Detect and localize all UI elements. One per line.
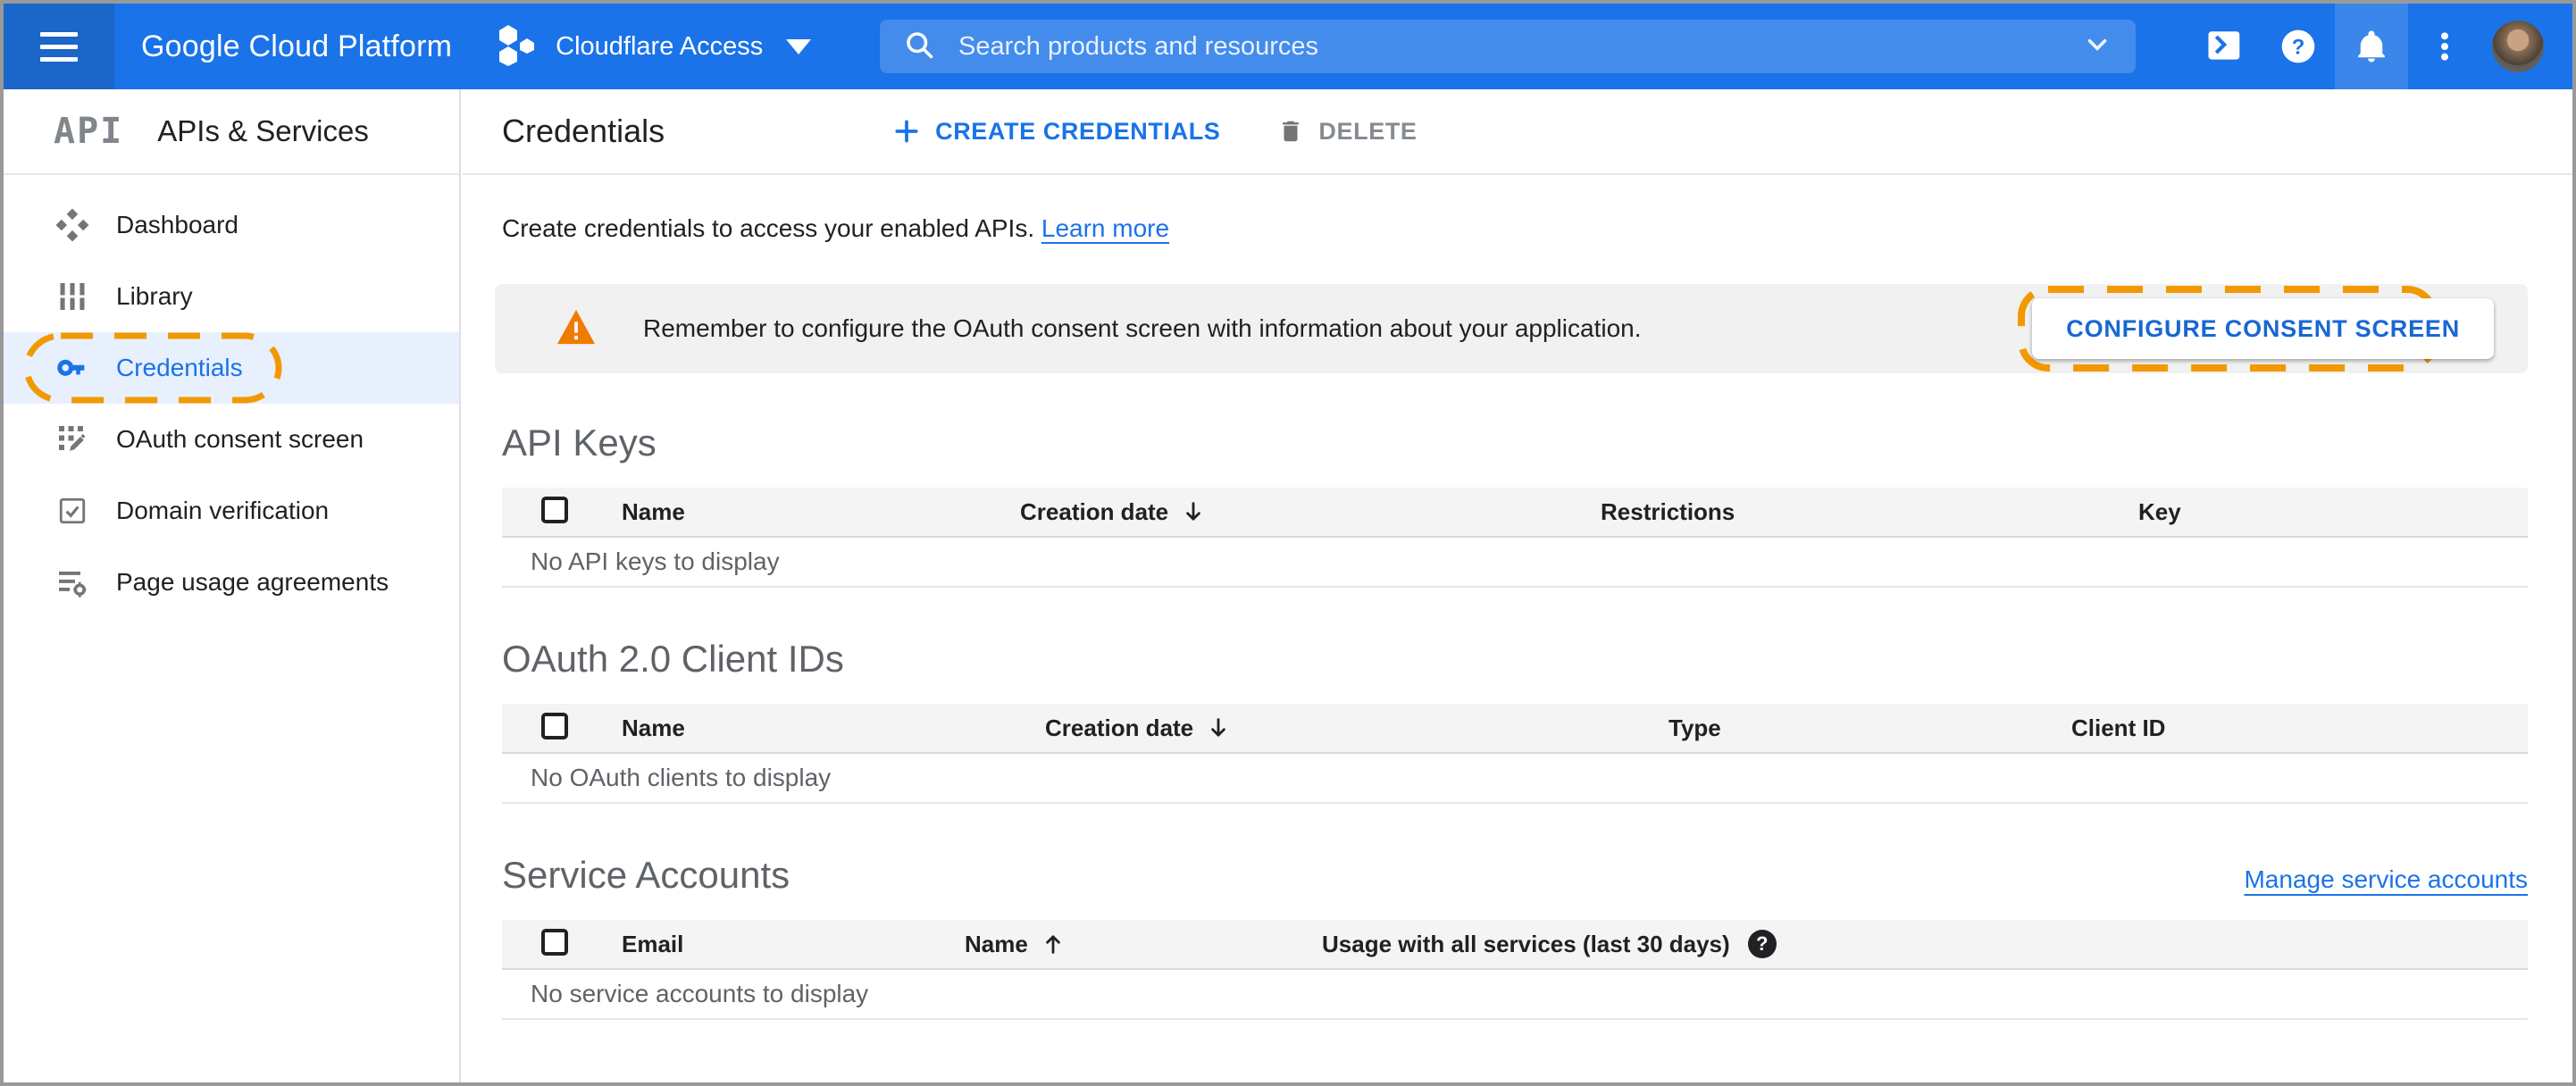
- sort-desc-icon: [1181, 499, 1206, 524]
- column-header-restrictions[interactable]: Restrictions: [1601, 498, 2138, 526]
- page-title: Credentials: [502, 113, 665, 149]
- select-all-checkbox[interactable]: [541, 928, 568, 956]
- banner-message: Remember to configure the OAuth consent …: [643, 314, 1642, 342]
- sidebar-title: APIs & Services: [157, 114, 369, 147]
- search-bar[interactable]: [880, 20, 2136, 73]
- chevron-down-icon: [786, 38, 812, 54]
- configure-consent-screen-button[interactable]: CONFIGURE CONSENT SCREEN: [2032, 298, 2494, 359]
- column-header-name[interactable]: Name: [965, 931, 1322, 958]
- consent-screen-icon: [55, 422, 89, 456]
- sort-asc-icon: [1041, 931, 1066, 957]
- oauth-clients-section: OAuth 2.0 Client IDs Name Creation date …: [502, 638, 2528, 804]
- main-panel: Credentials CREATE CREDENTIALS DELETE Cr…: [463, 89, 2572, 1082]
- domain-verification-icon: [55, 494, 89, 528]
- service-accounts-table-header: Email Name Usage with all services (last…: [502, 920, 2528, 970]
- column-header-creation-date[interactable]: Creation date: [1020, 498, 1601, 526]
- column-header-name[interactable]: Name: [622, 498, 1020, 526]
- column-header-creation-date[interactable]: Creation date: [1045, 714, 1669, 742]
- learn-more-link[interactable]: Learn more: [1041, 214, 1169, 242]
- service-accounts-empty-row: No service accounts to display: [502, 970, 2528, 1020]
- select-all-checkbox[interactable]: [541, 496, 568, 523]
- manage-service-accounts-link[interactable]: Manage service accounts: [2244, 865, 2528, 894]
- delete-button[interactable]: DELETE: [1277, 116, 1417, 146]
- search-input[interactable]: [958, 31, 2082, 62]
- configure-consent-wrap: CONFIGURE CONSENT SCREEN: [2018, 286, 2508, 372]
- sidebar-item-label: OAuth consent screen: [116, 425, 364, 453]
- oauth-clients-empty-row: No OAuth clients to display: [502, 754, 2528, 804]
- help-button[interactable]: ?: [2262, 4, 2335, 89]
- page-agreements-icon: [55, 565, 89, 599]
- create-credentials-button[interactable]: CREATE CREDENTIALS: [892, 117, 1220, 146]
- gcp-logo[interactable]: Google Cloud Platform: [141, 29, 452, 64]
- sidebar-item-label: Library: [116, 282, 193, 310]
- sidebar-item-label: Domain verification: [116, 497, 330, 524]
- terminal-icon: [2208, 31, 2240, 60]
- oauth-clients-title: OAuth 2.0 Client IDs: [502, 638, 844, 680]
- select-all-checkbox[interactable]: [541, 712, 568, 739]
- library-icon: [55, 280, 89, 313]
- service-accounts-title: Service Accounts: [502, 854, 790, 896]
- sidebar-item-dashboard[interactable]: Dashboard: [4, 189, 459, 261]
- project-name: Cloudflare Access: [556, 31, 764, 61]
- project-selector[interactable]: Cloudflare Access: [498, 23, 812, 71]
- sidebar-header: API APIs & Services: [4, 89, 459, 175]
- column-header-email[interactable]: Email: [622, 931, 965, 958]
- app-window: Google Cloud Platform Cloudflare Access: [0, 0, 2576, 1086]
- consent-warning-banner: Remember to configure the OAuth consent …: [495, 284, 2528, 373]
- search-icon: [903, 29, 935, 65]
- page-content: Create credentials to access your enable…: [463, 214, 2572, 1020]
- key-icon: [55, 351, 89, 385]
- column-header-client-id[interactable]: Client ID: [2071, 714, 2528, 742]
- notifications-button[interactable]: [2335, 4, 2408, 89]
- plus-icon: [895, 120, 918, 143]
- sidebar: API APIs & Services Dashboard Library Cr…: [4, 89, 461, 1082]
- oauth-clients-table-header: Name Creation date Type Client ID: [502, 704, 2528, 754]
- trash-icon: [1283, 121, 1300, 142]
- main-menu-button[interactable]: [4, 4, 114, 89]
- api-keys-section: API Keys Name Creation date Restrictions: [502, 422, 2528, 588]
- bell-icon: [2358, 30, 2385, 63]
- cloud-shell-button[interactable]: [2188, 4, 2262, 89]
- api-keys-table-header: Name Creation date Restrictions Key: [502, 488, 2528, 538]
- sort-desc-icon: [1206, 715, 1231, 740]
- warning-icon: [556, 308, 597, 350]
- page-toolbar: Credentials CREATE CREDENTIALS DELETE: [463, 89, 2572, 175]
- column-header-usage[interactable]: Usage with all services (last 30 days) ?: [1322, 930, 2528, 958]
- column-header-key[interactable]: Key: [2138, 498, 2528, 526]
- api-keys-title: API Keys: [502, 422, 657, 464]
- sidebar-item-domain-verification[interactable]: Domain verification: [4, 475, 459, 547]
- svg-text:?: ?: [2292, 35, 2305, 59]
- sidebar-item-label: Page usage agreements: [116, 568, 389, 596]
- usage-help-icon[interactable]: ?: [1747, 930, 1777, 958]
- dashboard-icon: [55, 208, 89, 242]
- sidebar-item-oauth-consent-screen[interactable]: OAuth consent screen: [4, 404, 459, 475]
- api-logo: API: [54, 111, 124, 152]
- intro-text: Create credentials to access your enable…: [502, 214, 1170, 242]
- service-accounts-section: Service Accounts Manage service accounts…: [502, 854, 2528, 1020]
- sidebar-item-label: Credentials: [116, 354, 243, 381]
- project-icon: [498, 23, 538, 71]
- top-navbar: Google Cloud Platform Cloudflare Access: [4, 4, 2572, 89]
- search-expand-chevron-icon[interactable]: [2082, 29, 2112, 64]
- three-dot-menu-icon: [2441, 32, 2448, 61]
- sidebar-item-label: Dashboard: [116, 211, 238, 238]
- overflow-menu-button[interactable]: [2408, 4, 2481, 89]
- help-icon: ?: [2281, 29, 2315, 63]
- sidebar-item-credentials[interactable]: Credentials: [4, 332, 459, 404]
- sidebar-item-page-usage-agreements[interactable]: Page usage agreements: [4, 547, 459, 618]
- column-header-name[interactable]: Name: [622, 714, 1045, 742]
- header-actions: ?: [2188, 4, 2572, 89]
- api-keys-empty-row: No API keys to display: [502, 538, 2528, 588]
- sidebar-nav: Dashboard Library Credentials OAuth cons…: [4, 189, 459, 618]
- sidebar-item-library[interactable]: Library: [4, 261, 459, 332]
- account-avatar[interactable]: [2492, 21, 2544, 72]
- hamburger-icon: [40, 31, 78, 62]
- column-header-type[interactable]: Type: [1669, 714, 2071, 742]
